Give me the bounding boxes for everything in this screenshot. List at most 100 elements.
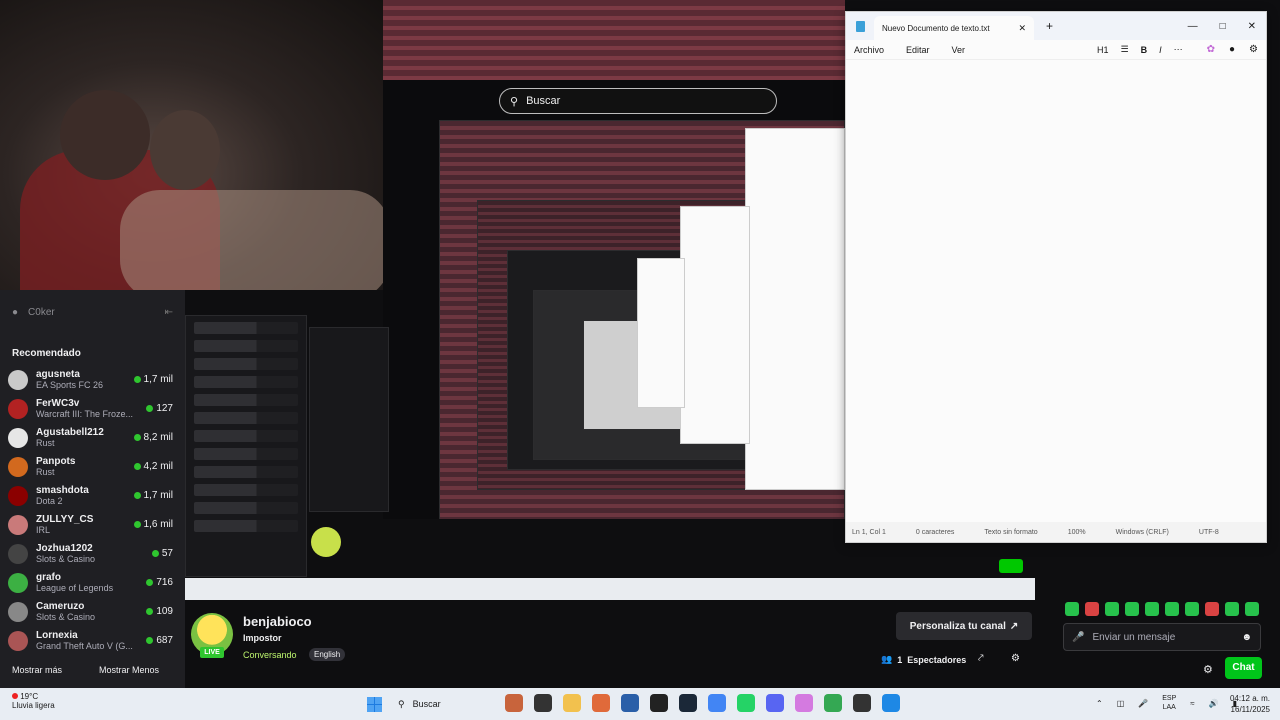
close-icon[interactable]: ✕ bbox=[1248, 21, 1256, 32]
weather-widget[interactable]: 19°C Lluvia ligera bbox=[12, 692, 55, 710]
more-icon[interactable]: ⋯ bbox=[1174, 44, 1183, 55]
app-icon[interactable] bbox=[853, 694, 871, 712]
steam-icon[interactable] bbox=[679, 694, 697, 712]
channel-name: agusneta bbox=[36, 369, 80, 380]
taskbar-search[interactable]: ⚲ Buscar bbox=[392, 694, 496, 714]
emote-icon[interactable] bbox=[1205, 602, 1219, 616]
discord-icon[interactable] bbox=[766, 694, 784, 712]
notepad-tab[interactable]: Nuevo Documento de texto.txt ✕ bbox=[874, 16, 1034, 40]
emote-icon[interactable] bbox=[1145, 602, 1159, 616]
language-tag[interactable]: English bbox=[309, 648, 346, 661]
sidebar-channel-item[interactable]: agusneta EA Sports FC 26 1,7 mil bbox=[0, 365, 185, 394]
stream-category[interactable]: Conversando bbox=[243, 650, 297, 660]
chat-settings-icon[interactable]: ⚙ bbox=[1203, 663, 1213, 676]
sidebar-channel-item[interactable]: ZULLYY_CS IRL 1,6 mil bbox=[0, 510, 185, 539]
weather-condition: Lluvia ligera bbox=[12, 701, 55, 710]
channel-name: ZULLYY_CS bbox=[36, 514, 94, 525]
channel-text: FerWC3v Warcraft III: The Froze... bbox=[36, 398, 138, 419]
sidebar-channel-item[interactable]: grafo League of Legends 716 bbox=[0, 568, 185, 597]
viewer-count: 687 bbox=[146, 635, 173, 646]
notepad-icon[interactable] bbox=[882, 694, 900, 712]
chat-send-button[interactable]: Chat bbox=[1225, 657, 1262, 679]
file-explorer-icon[interactable] bbox=[563, 694, 581, 712]
sidebar-channel-item[interactable]: Lornexia Grand Theft Auto V (G... 687 bbox=[0, 626, 185, 655]
windows-taskbar: 19°C Lluvia ligera ⚲ Buscar ⌃ ◫ 🎤 ESP LA… bbox=[0, 688, 1280, 720]
emoji-icon[interactable]: ☻ bbox=[1241, 632, 1252, 643]
chrome-icon[interactable] bbox=[824, 694, 842, 712]
microphone-icon[interactable]: 🎤 bbox=[1072, 632, 1084, 643]
collapse-icon[interactable]: ⇤ bbox=[165, 307, 173, 318]
wifi-icon[interactable]: ≈ bbox=[1190, 699, 1194, 708]
list-icon[interactable]: ☰ bbox=[1121, 44, 1129, 55]
chat-message-input[interactable]: 🎤 Enviar un mensaje ☻ bbox=[1063, 623, 1261, 651]
channel-info: LIVE benjabioco Impostor Conversando Eng… bbox=[185, 600, 1043, 688]
emote-icon[interactable] bbox=[1245, 602, 1259, 616]
viewer-count: 8,2 mil bbox=[133, 432, 173, 443]
emote-icon[interactable] bbox=[1225, 602, 1239, 616]
app-icon[interactable] bbox=[592, 694, 610, 712]
avatar bbox=[8, 630, 28, 651]
emote-icon[interactable] bbox=[1065, 602, 1079, 616]
x-icon[interactable] bbox=[650, 694, 668, 712]
emote-icon[interactable] bbox=[1085, 602, 1099, 616]
sidebar-channel-item[interactable]: Panpots Rust 4,2 mil bbox=[0, 452, 185, 481]
emote-icon[interactable] bbox=[1165, 602, 1179, 616]
copilot-icon[interactable]: ✿ bbox=[1207, 44, 1215, 55]
new-tab-icon[interactable]: + bbox=[1046, 19, 1053, 33]
clock-date: 16/11/2025 bbox=[1230, 705, 1270, 714]
show-more-link[interactable]: Mostrar más bbox=[12, 665, 62, 675]
sidebar-channel-item[interactable]: smashdota Dota 2 1,7 mil bbox=[0, 481, 185, 510]
heading-dropdown[interactable]: H1 bbox=[1097, 45, 1109, 55]
sidebar-channel-item[interactable]: Agustabell212 Rust 8,2 mil bbox=[0, 423, 185, 452]
notepad-text-area[interactable] bbox=[846, 60, 1266, 522]
bold-icon[interactable]: B bbox=[1141, 45, 1148, 55]
channel-name[interactable]: benjabioco bbox=[243, 614, 312, 629]
menu-archivo[interactable]: Archivo bbox=[854, 45, 884, 55]
chrome-icon[interactable] bbox=[708, 694, 726, 712]
people-icon: 👥 bbox=[881, 654, 893, 664]
chevron-up-icon[interactable]: ⌃ bbox=[1096, 699, 1103, 708]
sidebar-channel-item[interactable]: Jozhua1202 Slots & Casino 57 bbox=[0, 539, 185, 568]
live-indicator-icon bbox=[133, 521, 141, 528]
italic-icon[interactable]: I bbox=[1159, 45, 1162, 55]
viewer-count: 1,7 mil bbox=[133, 490, 173, 501]
emote-icon[interactable] bbox=[1185, 602, 1199, 616]
chat-placeholder: Enviar un mensaje bbox=[1092, 631, 1176, 643]
usb-icon[interactable]: ◫ bbox=[1117, 699, 1125, 708]
menu-ver[interactable]: Ver bbox=[952, 45, 966, 55]
emote-icon[interactable] bbox=[1125, 602, 1139, 616]
live-indicator-icon bbox=[146, 608, 154, 615]
settings-icon[interactable]: ⚙ bbox=[1249, 44, 1258, 55]
share-icon[interactable]: ⤤ bbox=[978, 653, 984, 664]
webcam-person-head bbox=[60, 90, 150, 180]
windows-start-icon[interactable] bbox=[367, 697, 382, 712]
user-menu-icon[interactable]: ⚙ bbox=[1011, 653, 1020, 664]
app-icon[interactable] bbox=[621, 694, 639, 712]
recommended-sidebar: ● C0ker ⇤ Recomendado agusneta EA Sports … bbox=[0, 290, 185, 688]
viewer-count-number: 127 bbox=[156, 403, 173, 414]
channel-name: Agustabell212 bbox=[36, 427, 104, 438]
live-indicator-icon bbox=[133, 463, 141, 470]
maximize-icon[interactable]: □ bbox=[1220, 21, 1226, 32]
whatsapp-icon[interactable] bbox=[737, 694, 755, 712]
channel-text: ZULLYY_CS IRL bbox=[36, 514, 126, 535]
task-view-icon[interactable] bbox=[534, 694, 552, 712]
stream-title: Impostor bbox=[243, 633, 282, 643]
sidebar-channel-item[interactable]: FerWC3v Warcraft III: The Froze... 127 bbox=[0, 394, 185, 423]
microphone-icon[interactable]: 🎤 bbox=[1138, 699, 1148, 708]
copilot-icon[interactable] bbox=[795, 694, 813, 712]
language-indicator[interactable]: ESP LAA bbox=[1162, 694, 1176, 712]
show-less-link[interactable]: Mostrar Menos bbox=[99, 665, 159, 675]
volume-icon[interactable]: 🔊 bbox=[1209, 699, 1219, 708]
viewer-count-number: 716 bbox=[156, 577, 173, 588]
account-icon[interactable]: ● bbox=[1229, 44, 1235, 55]
app-icon[interactable] bbox=[505, 694, 523, 712]
sidebar-channel-item[interactable]: Cameruzo Slots & Casino 109 bbox=[0, 597, 185, 626]
close-tab-icon[interactable]: ✕ bbox=[1018, 23, 1026, 34]
channel-text: Lornexia Grand Theft Auto V (G... bbox=[36, 630, 138, 651]
menu-editar[interactable]: Editar bbox=[906, 45, 930, 55]
minimize-icon[interactable]: — bbox=[1188, 21, 1198, 32]
emote-icon[interactable] bbox=[1105, 602, 1119, 616]
customize-channel-button[interactable]: Personaliza tu canal ↗ bbox=[896, 612, 1032, 640]
taskbar-clock[interactable]: 04:12 a. m. 16/11/2025 bbox=[1230, 693, 1270, 715]
